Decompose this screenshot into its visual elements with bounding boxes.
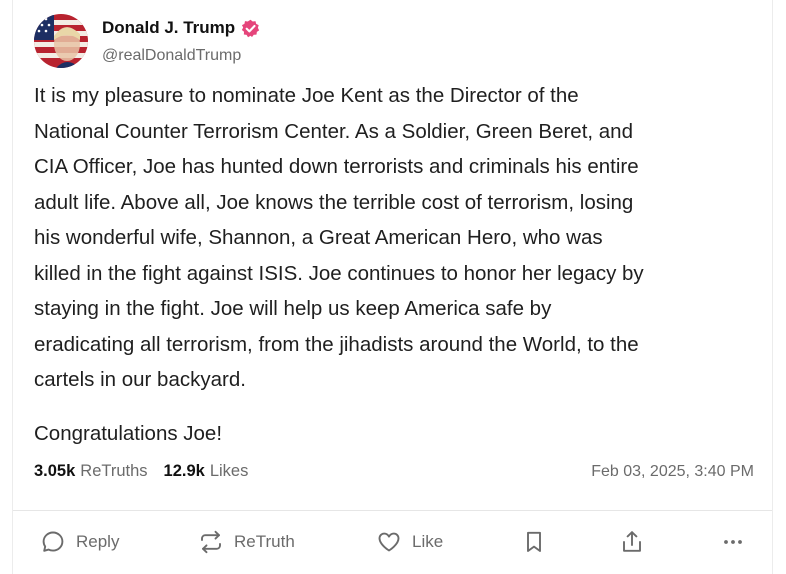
likes-count: 12.9k bbox=[163, 462, 205, 480]
avatar-image bbox=[34, 14, 88, 68]
post-timestamp[interactable]: Feb 03, 2025, 3:40 PM bbox=[591, 463, 754, 481]
retruth-icon bbox=[201, 530, 221, 554]
retruths-stat[interactable]: 3.05k ReTruths bbox=[34, 462, 148, 481]
bookmark-button[interactable] bbox=[521, 522, 547, 562]
likes-label: Likes bbox=[209, 462, 249, 480]
card-border-left bbox=[12, 0, 13, 574]
avatar[interactable] bbox=[34, 14, 88, 68]
author-handle[interactable]: @realDonaldTrump bbox=[102, 47, 241, 65]
verified-badge-icon bbox=[242, 19, 260, 37]
share-button[interactable] bbox=[619, 522, 645, 562]
reply-icon bbox=[42, 531, 64, 552]
bookmark-icon bbox=[527, 531, 541, 552]
post-stats: 3.05k ReTruths 12.9k Likes bbox=[34, 462, 264, 481]
likes-stat[interactable]: 12.9k Likes bbox=[164, 462, 249, 481]
like-label: Like bbox=[412, 532, 444, 551]
divider bbox=[13, 510, 772, 511]
reply-label: Reply bbox=[76, 532, 120, 551]
action-bar: Reply ReTruth Like bbox=[0, 522, 786, 562]
retruth-label: ReTruth bbox=[234, 532, 295, 551]
more-options-button[interactable] bbox=[720, 522, 746, 562]
author-name[interactable]: Donald J. Trump bbox=[102, 18, 235, 38]
card-border-right bbox=[772, 0, 773, 574]
retruths-count: 3.05k bbox=[34, 462, 76, 480]
post-body: It is my pleasure to nominate Joe Kent a… bbox=[34, 84, 644, 391]
author-row: Donald J. Trump bbox=[102, 18, 260, 38]
retruth-button[interactable]: ReTruth bbox=[198, 522, 295, 562]
retruths-label: ReTruths bbox=[80, 462, 148, 480]
more-icon bbox=[724, 540, 742, 544]
reply-button[interactable]: Reply bbox=[40, 522, 119, 562]
like-button[interactable]: Like bbox=[376, 522, 443, 562]
like-icon bbox=[378, 532, 400, 552]
post-closing: Congratulations Joe! bbox=[34, 422, 223, 445]
share-icon bbox=[623, 531, 641, 552]
